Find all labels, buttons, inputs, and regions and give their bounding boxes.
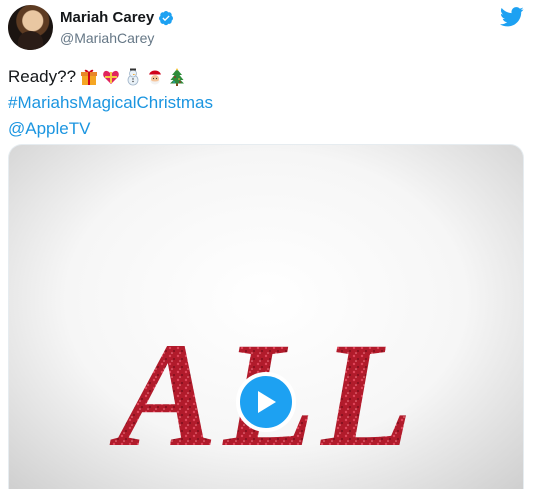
- tweet-text: Ready?? #MariahsMagicalChristmas @AppleT…: [8, 64, 213, 142]
- avatar[interactable]: [8, 5, 53, 50]
- tweet-line-3: @AppleTV: [8, 116, 213, 142]
- snowman-icon: [127, 68, 139, 86]
- mention-link[interactable]: @AppleTV: [8, 116, 90, 142]
- play-icon: [258, 391, 276, 413]
- wrapped-gift-icon: [81, 69, 98, 85]
- tweet-line-1: Ready??: [8, 64, 213, 90]
- christmas-tree-icon: [170, 68, 185, 86]
- author-name[interactable]: Mariah Carey: [60, 9, 154, 26]
- heart-with-ribbon-icon: [103, 70, 119, 84]
- tweet-line-2: #MariahsMagicalChristmas: [8, 90, 213, 116]
- play-button[interactable]: [236, 372, 296, 432]
- author-name-row[interactable]: Mariah Carey: [60, 9, 174, 26]
- hashtag-link[interactable]: #MariahsMagicalChristmas: [8, 90, 213, 116]
- verified-badge-icon: [159, 10, 174, 25]
- twitter-bird-icon[interactable]: [500, 7, 524, 27]
- author-handle[interactable]: @MariahCarey: [60, 30, 154, 46]
- tweet-ready-text: Ready??: [8, 67, 77, 86]
- santa-claus-icon: [148, 69, 163, 85]
